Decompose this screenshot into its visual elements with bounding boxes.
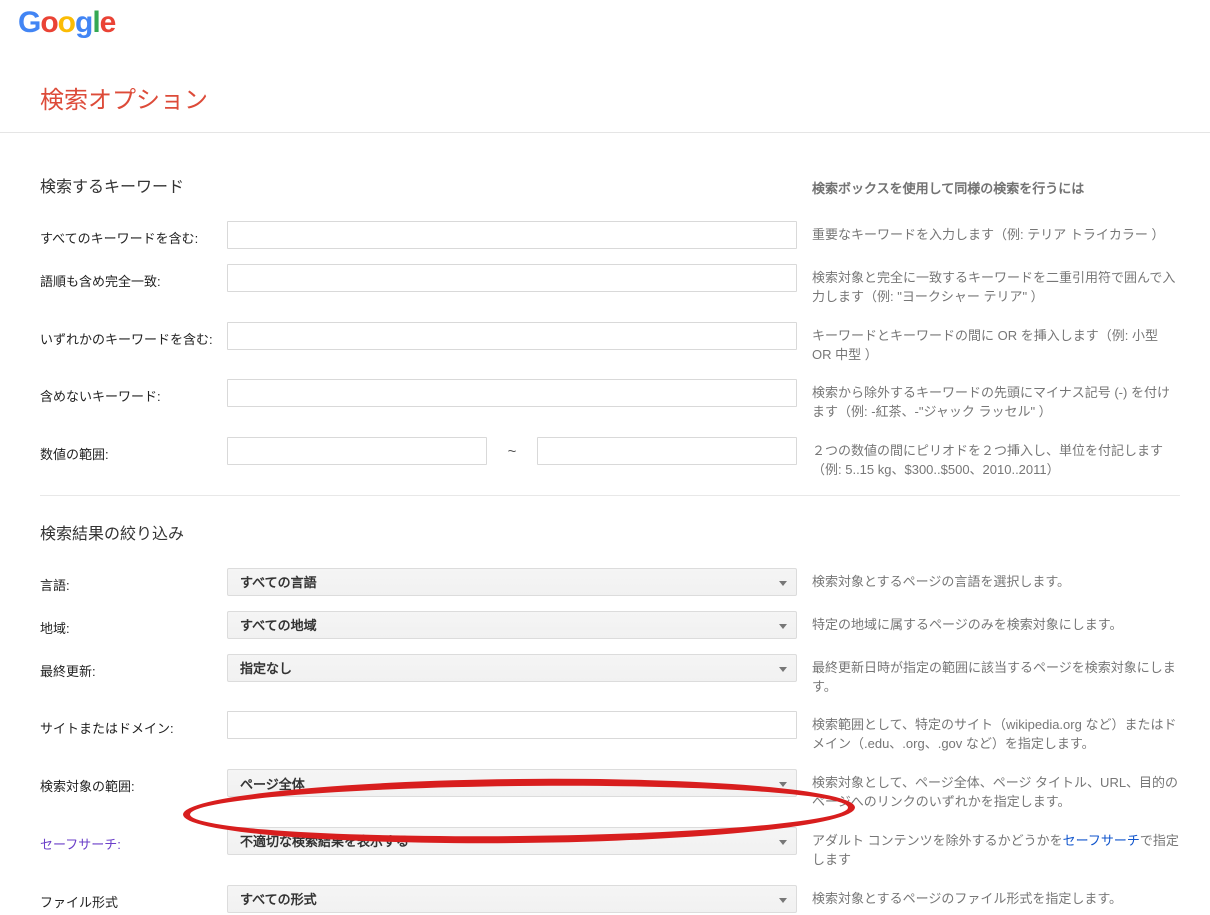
help-column-header: 検索ボックスを使用して同様の検索を行うには bbox=[812, 178, 1180, 197]
keywords-section-title: 検索するキーワード bbox=[40, 173, 797, 197]
safesearch-help: アダルト コンテンツを除外するかどうかをセーフサーチで指定します bbox=[812, 827, 1180, 870]
number-range-label: 数値の範囲: bbox=[40, 437, 227, 463]
exclude-keywords-input[interactable] bbox=[227, 379, 797, 407]
last-update-help: 最終更新日時が指定の範囲に該当するページを検索対象にします。 bbox=[812, 654, 1180, 697]
exact-phrase-label: 語順も含め完全一致: bbox=[40, 264, 227, 290]
row-safesearch: セーフサーチ: 不適切な検索結果を表示する アダルト コンテンツを除外するかどう… bbox=[40, 827, 1180, 870]
language-select[interactable]: すべての言語 bbox=[227, 568, 797, 596]
number-range-to-input[interactable] bbox=[537, 437, 797, 465]
site-domain-help: 検索範囲として、特定のサイト（wikipedia.org など）またはドメイン（… bbox=[812, 711, 1180, 754]
file-type-select[interactable]: すべての形式 bbox=[227, 885, 797, 913]
page-title: 検索オプション bbox=[40, 80, 208, 115]
last-update-select-value: 指定なし bbox=[240, 658, 292, 677]
row-site-domain: サイトまたはドメイン: 検索範囲として、特定のサイト（wikipedia.org… bbox=[40, 711, 1180, 754]
language-select-value: すべての言語 bbox=[240, 572, 317, 591]
exact-phrase-input[interactable] bbox=[227, 264, 797, 292]
logo-letter: e bbox=[100, 6, 116, 40]
keywords-section: 検索するキーワード 検索ボックスを使用して同様の検索を行うには すべてのキーワー… bbox=[40, 133, 1180, 480]
google-logo: Google bbox=[18, 6, 115, 40]
any-keywords-help: キーワードとキーワードの間に OR を挿入します（例: 小型 OR 中型 ） bbox=[812, 322, 1180, 365]
search-scope-help: 検索対象として、ページ全体、ページ タイトル、URL、目的のページへのリンクのい… bbox=[812, 769, 1180, 812]
file-type-label: ファイル形式 bbox=[40, 885, 227, 911]
region-select[interactable]: すべての地域 bbox=[227, 611, 797, 639]
row-last-update: 最終更新: 指定なし 最終更新日時が指定の範囲に該当するページを検索対象にします… bbox=[40, 654, 1180, 697]
chevron-down-icon bbox=[779, 898, 787, 903]
site-domain-label: サイトまたはドメイン: bbox=[40, 711, 227, 737]
logo-letter: o bbox=[58, 6, 75, 40]
exclude-keywords-label: 含めないキーワード: bbox=[40, 379, 227, 405]
region-label: 地域: bbox=[40, 611, 227, 637]
exact-phrase-help: 検索対象と完全に一致するキーワードを二重引用符で囲んで入力します（例: "ヨーク… bbox=[812, 264, 1180, 307]
safesearch-select-value: 不適切な検索結果を表示する bbox=[240, 831, 409, 850]
logo-letter: G bbox=[18, 6, 40, 40]
chevron-down-icon bbox=[779, 782, 787, 787]
last-update-select[interactable]: 指定なし bbox=[227, 654, 797, 682]
number-range-help: ２つの数値の間にピリオドを２つ挿入し、単位を付記します（例: 5..15 kg、… bbox=[812, 437, 1180, 480]
chevron-down-icon bbox=[779, 840, 787, 845]
any-keywords-input[interactable] bbox=[227, 322, 797, 350]
chevron-down-icon bbox=[779, 667, 787, 672]
row-language: 言語: すべての言語 検索対象とするページの言語を選択します。 bbox=[40, 568, 1180, 596]
row-exclude-keywords: 含めないキーワード: 検索から除外するキーワードの先頭にマイナス記号 (-) を… bbox=[40, 379, 1180, 422]
range-separator: ~ bbox=[487, 443, 537, 460]
number-range-from-input[interactable] bbox=[227, 437, 487, 465]
safesearch-help-pre: アダルト コンテンツを除外するかどうかを bbox=[812, 833, 1063, 848]
file-type-select-value: すべての形式 bbox=[240, 889, 317, 908]
chevron-down-icon bbox=[779, 624, 787, 629]
row-exact-phrase: 語順も含め完全一致: 検索対象と完全に一致するキーワードを二重引用符で囲んで入力… bbox=[40, 264, 1180, 307]
row-search-scope: 検索対象の範囲: ページ全体 検索対象として、ページ全体、ページ タイトル、UR… bbox=[40, 769, 1180, 812]
language-label: 言語: bbox=[40, 568, 227, 594]
region-select-value: すべての地域 bbox=[240, 615, 317, 634]
safesearch-label[interactable]: セーフサーチ: bbox=[40, 827, 227, 853]
search-scope-select-value: ページ全体 bbox=[240, 774, 305, 793]
safesearch-help-link[interactable]: セーフサーチ bbox=[1063, 833, 1140, 848]
refine-section: 検索結果の絞り込み 言語: すべての言語 検索対象とするページの言語を選択します… bbox=[40, 495, 1180, 915]
chevron-down-icon bbox=[779, 581, 787, 586]
search-scope-select[interactable]: ページ全体 bbox=[227, 769, 797, 797]
row-number-range: 数値の範囲: ~ ２つの数値の間にピリオドを２つ挿入し、単位を付記します（例: … bbox=[40, 437, 1180, 480]
page-header: Google 検索オプション bbox=[0, 0, 1210, 133]
language-help: 検索対象とするページの言語を選択します。 bbox=[812, 568, 1180, 592]
row-region: 地域: すべての地域 特定の地域に属するページのみを検索対象にします。 bbox=[40, 611, 1180, 639]
search-scope-label: 検索対象の範囲: bbox=[40, 769, 227, 795]
logo-letter: o bbox=[40, 6, 57, 40]
logo-letter: g bbox=[75, 6, 92, 40]
exclude-keywords-help: 検索から除外するキーワードの先頭にマイナス記号 (-) を付けます（例: -紅茶… bbox=[812, 379, 1180, 422]
all-keywords-input[interactable] bbox=[227, 221, 797, 249]
row-any-keywords: いずれかのキーワードを含む: キーワードとキーワードの間に OR を挿入します（… bbox=[40, 322, 1180, 365]
row-file-type: ファイル形式 すべての形式 検索対象とするページのファイル形式を指定します。 bbox=[40, 885, 1180, 913]
row-all-keywords: すべてのキーワードを含む: 重要なキーワードを入力します（例: テリア トライカ… bbox=[40, 221, 1180, 249]
safesearch-select[interactable]: 不適切な検索結果を表示する bbox=[227, 827, 797, 855]
all-keywords-label: すべてのキーワードを含む: bbox=[40, 221, 227, 247]
logo-letter: l bbox=[92, 6, 99, 40]
all-keywords-help: 重要なキーワードを入力します（例: テリア トライカラー ） bbox=[812, 221, 1180, 245]
site-domain-input[interactable] bbox=[227, 711, 797, 739]
refine-section-title: 検索結果の絞り込み bbox=[40, 520, 797, 544]
any-keywords-label: いずれかのキーワードを含む: bbox=[40, 322, 227, 348]
file-type-help: 検索対象とするページのファイル形式を指定します。 bbox=[812, 885, 1180, 909]
region-help: 特定の地域に属するページのみを検索対象にします。 bbox=[812, 611, 1180, 635]
last-update-label: 最終更新: bbox=[40, 654, 227, 680]
